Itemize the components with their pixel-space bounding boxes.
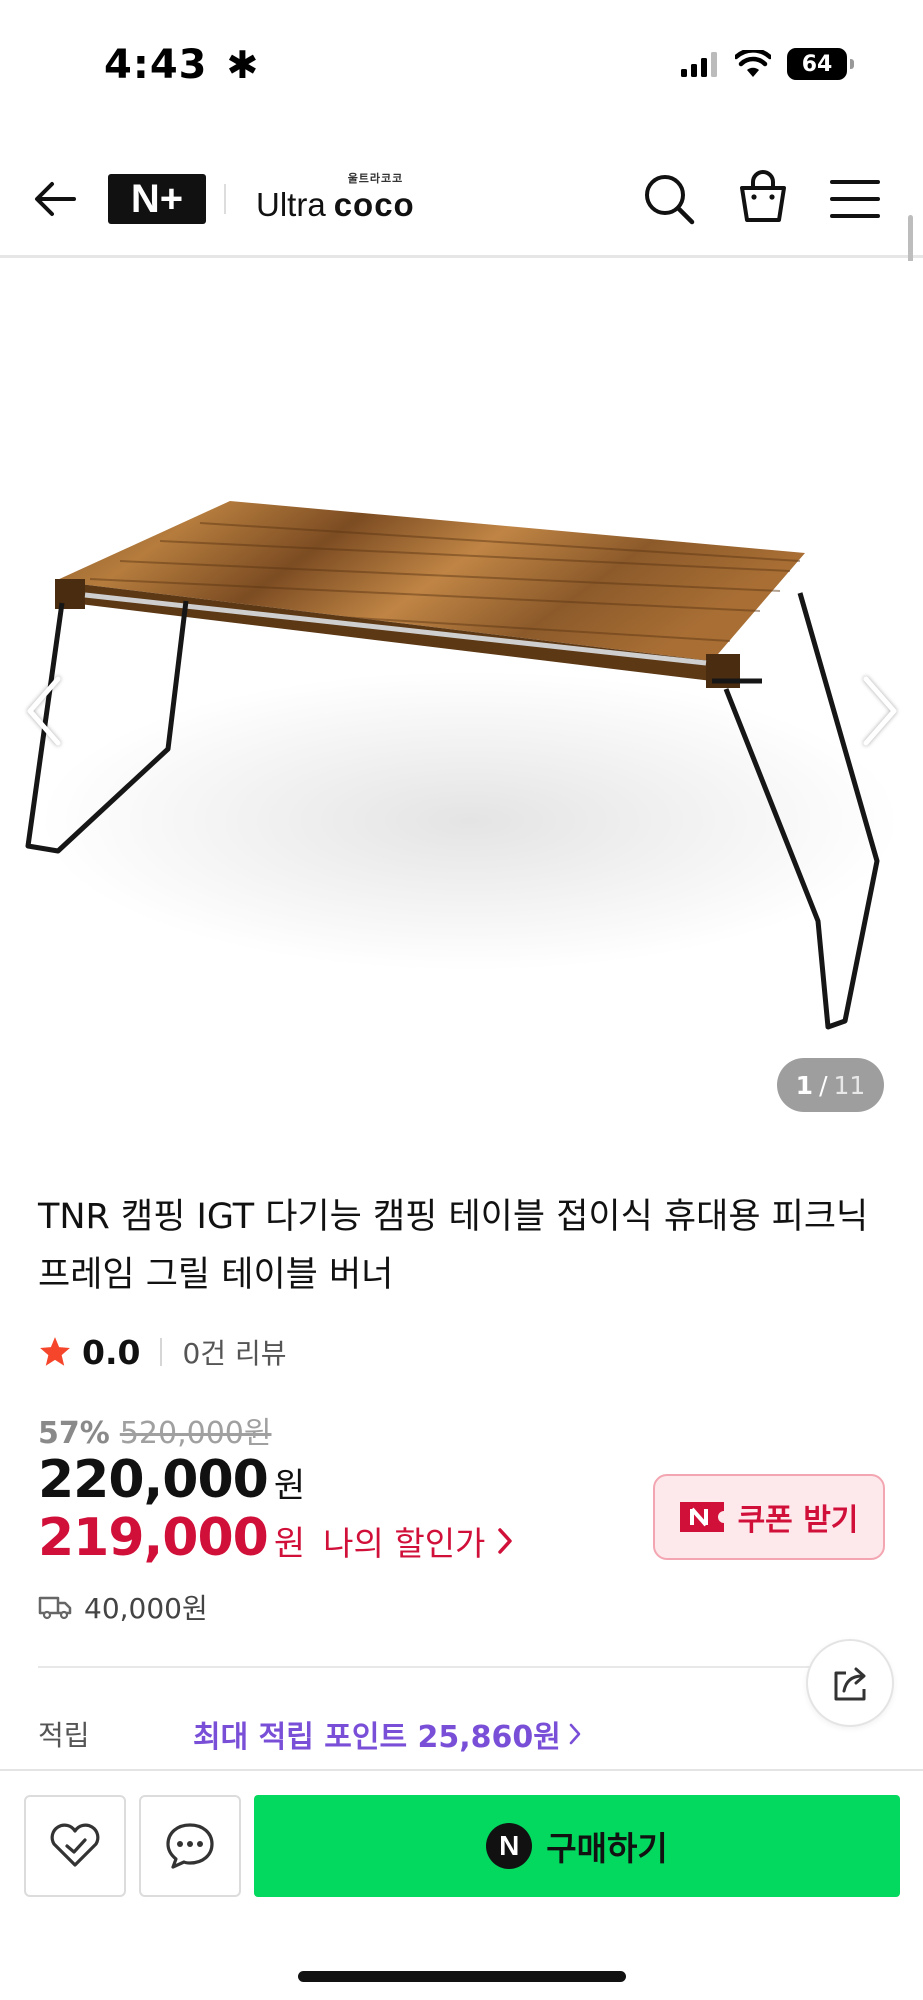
chevron-right-icon — [498, 1528, 513, 1554]
my-discount-price: 219,000 — [38, 1508, 269, 1568]
asterisk-icon: ✱ — [226, 43, 260, 87]
rating-value: 0.0 — [82, 1332, 141, 1372]
my-discount-price-link-label: 나의 할인가 — [323, 1524, 486, 1563]
section-divider — [38, 1666, 885, 1668]
discount-rate: 57% — [38, 1416, 110, 1451]
chat-bubble-icon — [166, 1823, 214, 1869]
back-button[interactable] — [30, 174, 80, 224]
shopping-bag-icon — [740, 170, 786, 222]
rating-separator — [160, 1338, 163, 1366]
sale-price-row: 220,000 원 — [38, 1450, 305, 1510]
back-arrow-icon — [35, 182, 76, 216]
points-row: 적립 최대 적립 포인트 25,860원 — [38, 1710, 598, 1756]
status-icons: 64 — [681, 48, 854, 80]
status-time: 4:43 ✱ — [104, 42, 259, 88]
hamburger-menu-icon — [830, 180, 880, 218]
search-icon — [645, 175, 695, 225]
talk-talk-button[interactable] — [139, 1795, 241, 1897]
image-counter-current: 1 — [795, 1070, 814, 1100]
chevron-right-icon — [863, 676, 897, 746]
top-navigation: N+ Ultra 울트라코코 coco — [0, 140, 923, 258]
naver-plus-logo-text: N+ — [130, 176, 184, 221]
star-icon — [40, 1337, 70, 1366]
my-discount-price-link[interactable]: 나의 할인가 — [323, 1517, 513, 1565]
bottom-action-bar: N 구매하기 — [0, 1769, 923, 2000]
share-icon — [834, 1667, 866, 1701]
naver-pay-icon: N — [486, 1823, 533, 1869]
shipping-row: 40,000원 — [38, 1587, 208, 1627]
my-price-row: 219,000 원 나의 할인가 — [38, 1508, 513, 1568]
chevron-right-icon — [569, 1723, 581, 1745]
image-counter: 1 / 11 — [777, 1058, 884, 1112]
store-name-accent-wrap: 울트라코코 coco — [333, 173, 415, 224]
points-link[interactable]: 최대 적립 포인트 25,860원 — [193, 1712, 581, 1756]
menu-button[interactable] — [828, 172, 882, 226]
naver-plus-logo[interactable]: N+ — [108, 174, 206, 224]
points-link-label: 최대 적립 포인트 25,860원 — [193, 1720, 561, 1755]
battery-icon: 64 — [787, 48, 854, 80]
cart-button[interactable] — [734, 168, 792, 226]
discount-row: 57% 520,000원 — [38, 1408, 271, 1452]
my-discount-price-unit: 원 — [273, 1524, 306, 1564]
gallery-next-button[interactable] — [858, 671, 902, 751]
store-name-accent: coco — [333, 186, 415, 223]
product-image — [25, 501, 900, 1030]
status-bar: 4:43 ✱ 64 — [0, 0, 923, 130]
buy-button[interactable]: N 구매하기 — [254, 1795, 900, 1897]
coupon-button[interactable]: 쿠폰 받기 — [653, 1474, 885, 1560]
gallery-prev-button[interactable] — [22, 671, 66, 751]
coupon-button-label: 쿠폰 받기 — [737, 1503, 859, 1538]
header-divider — [224, 184, 226, 214]
wishlist-button[interactable] — [24, 1795, 126, 1897]
sale-price-unit: 원 — [273, 1466, 306, 1506]
heart-check-icon — [50, 1823, 100, 1867]
review-count[interactable]: 0건 리뷰 — [182, 1332, 286, 1372]
delivery-truck-icon — [38, 1596, 72, 1620]
wifi-icon — [735, 50, 771, 77]
naver-coupon-icon — [679, 1502, 724, 1532]
store-name-main: Ultra — [256, 186, 326, 223]
product-title: TNR 캠핑 IGT 다기능 캠핑 테이블 접이식 휴대용 피크닉 프레임 그릴… — [38, 1197, 869, 1295]
shipping-fee: 40,000원 — [84, 1592, 208, 1625]
search-button[interactable] — [640, 170, 698, 228]
signal-icon — [681, 52, 717, 77]
image-counter-total: 11 — [833, 1070, 866, 1100]
chevron-left-icon — [27, 676, 61, 746]
rating-row[interactable]: 0.0 0건 리뷰 — [38, 1330, 286, 1374]
points-label: 적립 — [38, 1719, 90, 1752]
original-price: 520,000원 — [119, 1416, 272, 1451]
image-counter-separator: / — [819, 1070, 828, 1100]
home-indicator — [298, 1971, 626, 1982]
buy-button-label: 구매하기 — [546, 1829, 668, 1868]
battery-level: 64 — [801, 51, 833, 77]
product-image-gallery[interactable]: 1 / 11 — [0, 261, 923, 1141]
sale-price: 220,000 — [38, 1450, 269, 1510]
status-time-text: 4:43 — [104, 42, 208, 88]
store-name-korean: 울트라코코 — [347, 173, 404, 185]
share-button[interactable] — [806, 1639, 894, 1727]
store-logo[interactable]: Ultra 울트라코코 coco — [256, 173, 415, 224]
